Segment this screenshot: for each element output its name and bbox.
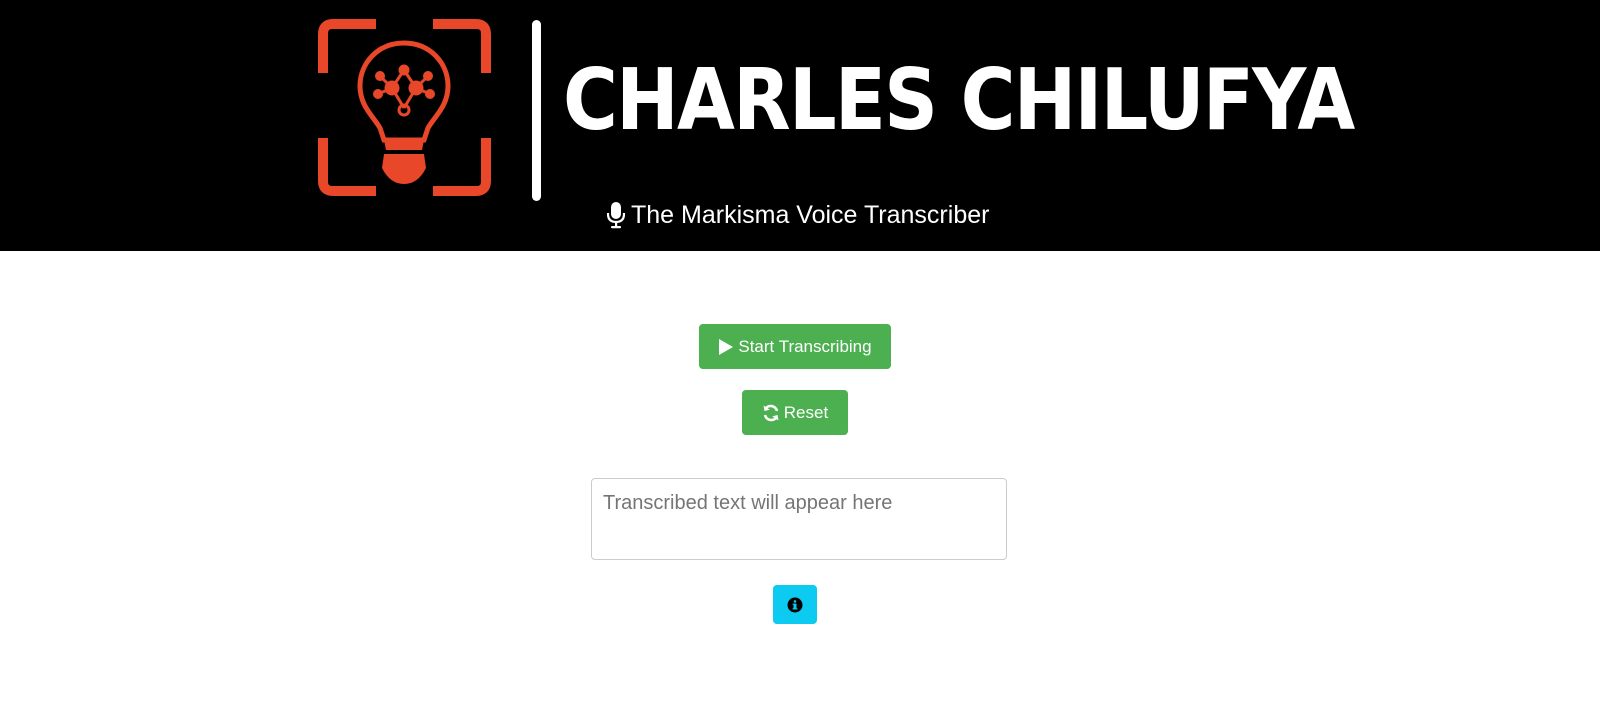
brand-name: CHARLES CHILUFYA: [563, 51, 1355, 150]
start-button-label: Start Transcribing: [738, 336, 872, 356]
info-button[interactable]: [773, 585, 817, 624]
reset-button[interactable]: Reset: [742, 390, 848, 435]
logo-icon: [318, 19, 541, 201]
microphone-icon: [607, 202, 625, 229]
site-header: CHARLES CHILUFYA The Markisma Voice Tran…: [0, 0, 1600, 251]
play-icon: [719, 338, 734, 355]
subtitle-text: The Markisma Voice Transcriber: [631, 200, 990, 229]
start-transcribing-button[interactable]: Start Transcribing: [699, 324, 891, 369]
reset-button-label: Reset: [783, 402, 829, 422]
info-icon: [787, 597, 803, 612]
app-subtitle: The Markisma Voice Transcriber: [607, 200, 989, 230]
transcript-textarea[interactable]: [591, 478, 1007, 560]
refresh-icon: [763, 404, 779, 421]
